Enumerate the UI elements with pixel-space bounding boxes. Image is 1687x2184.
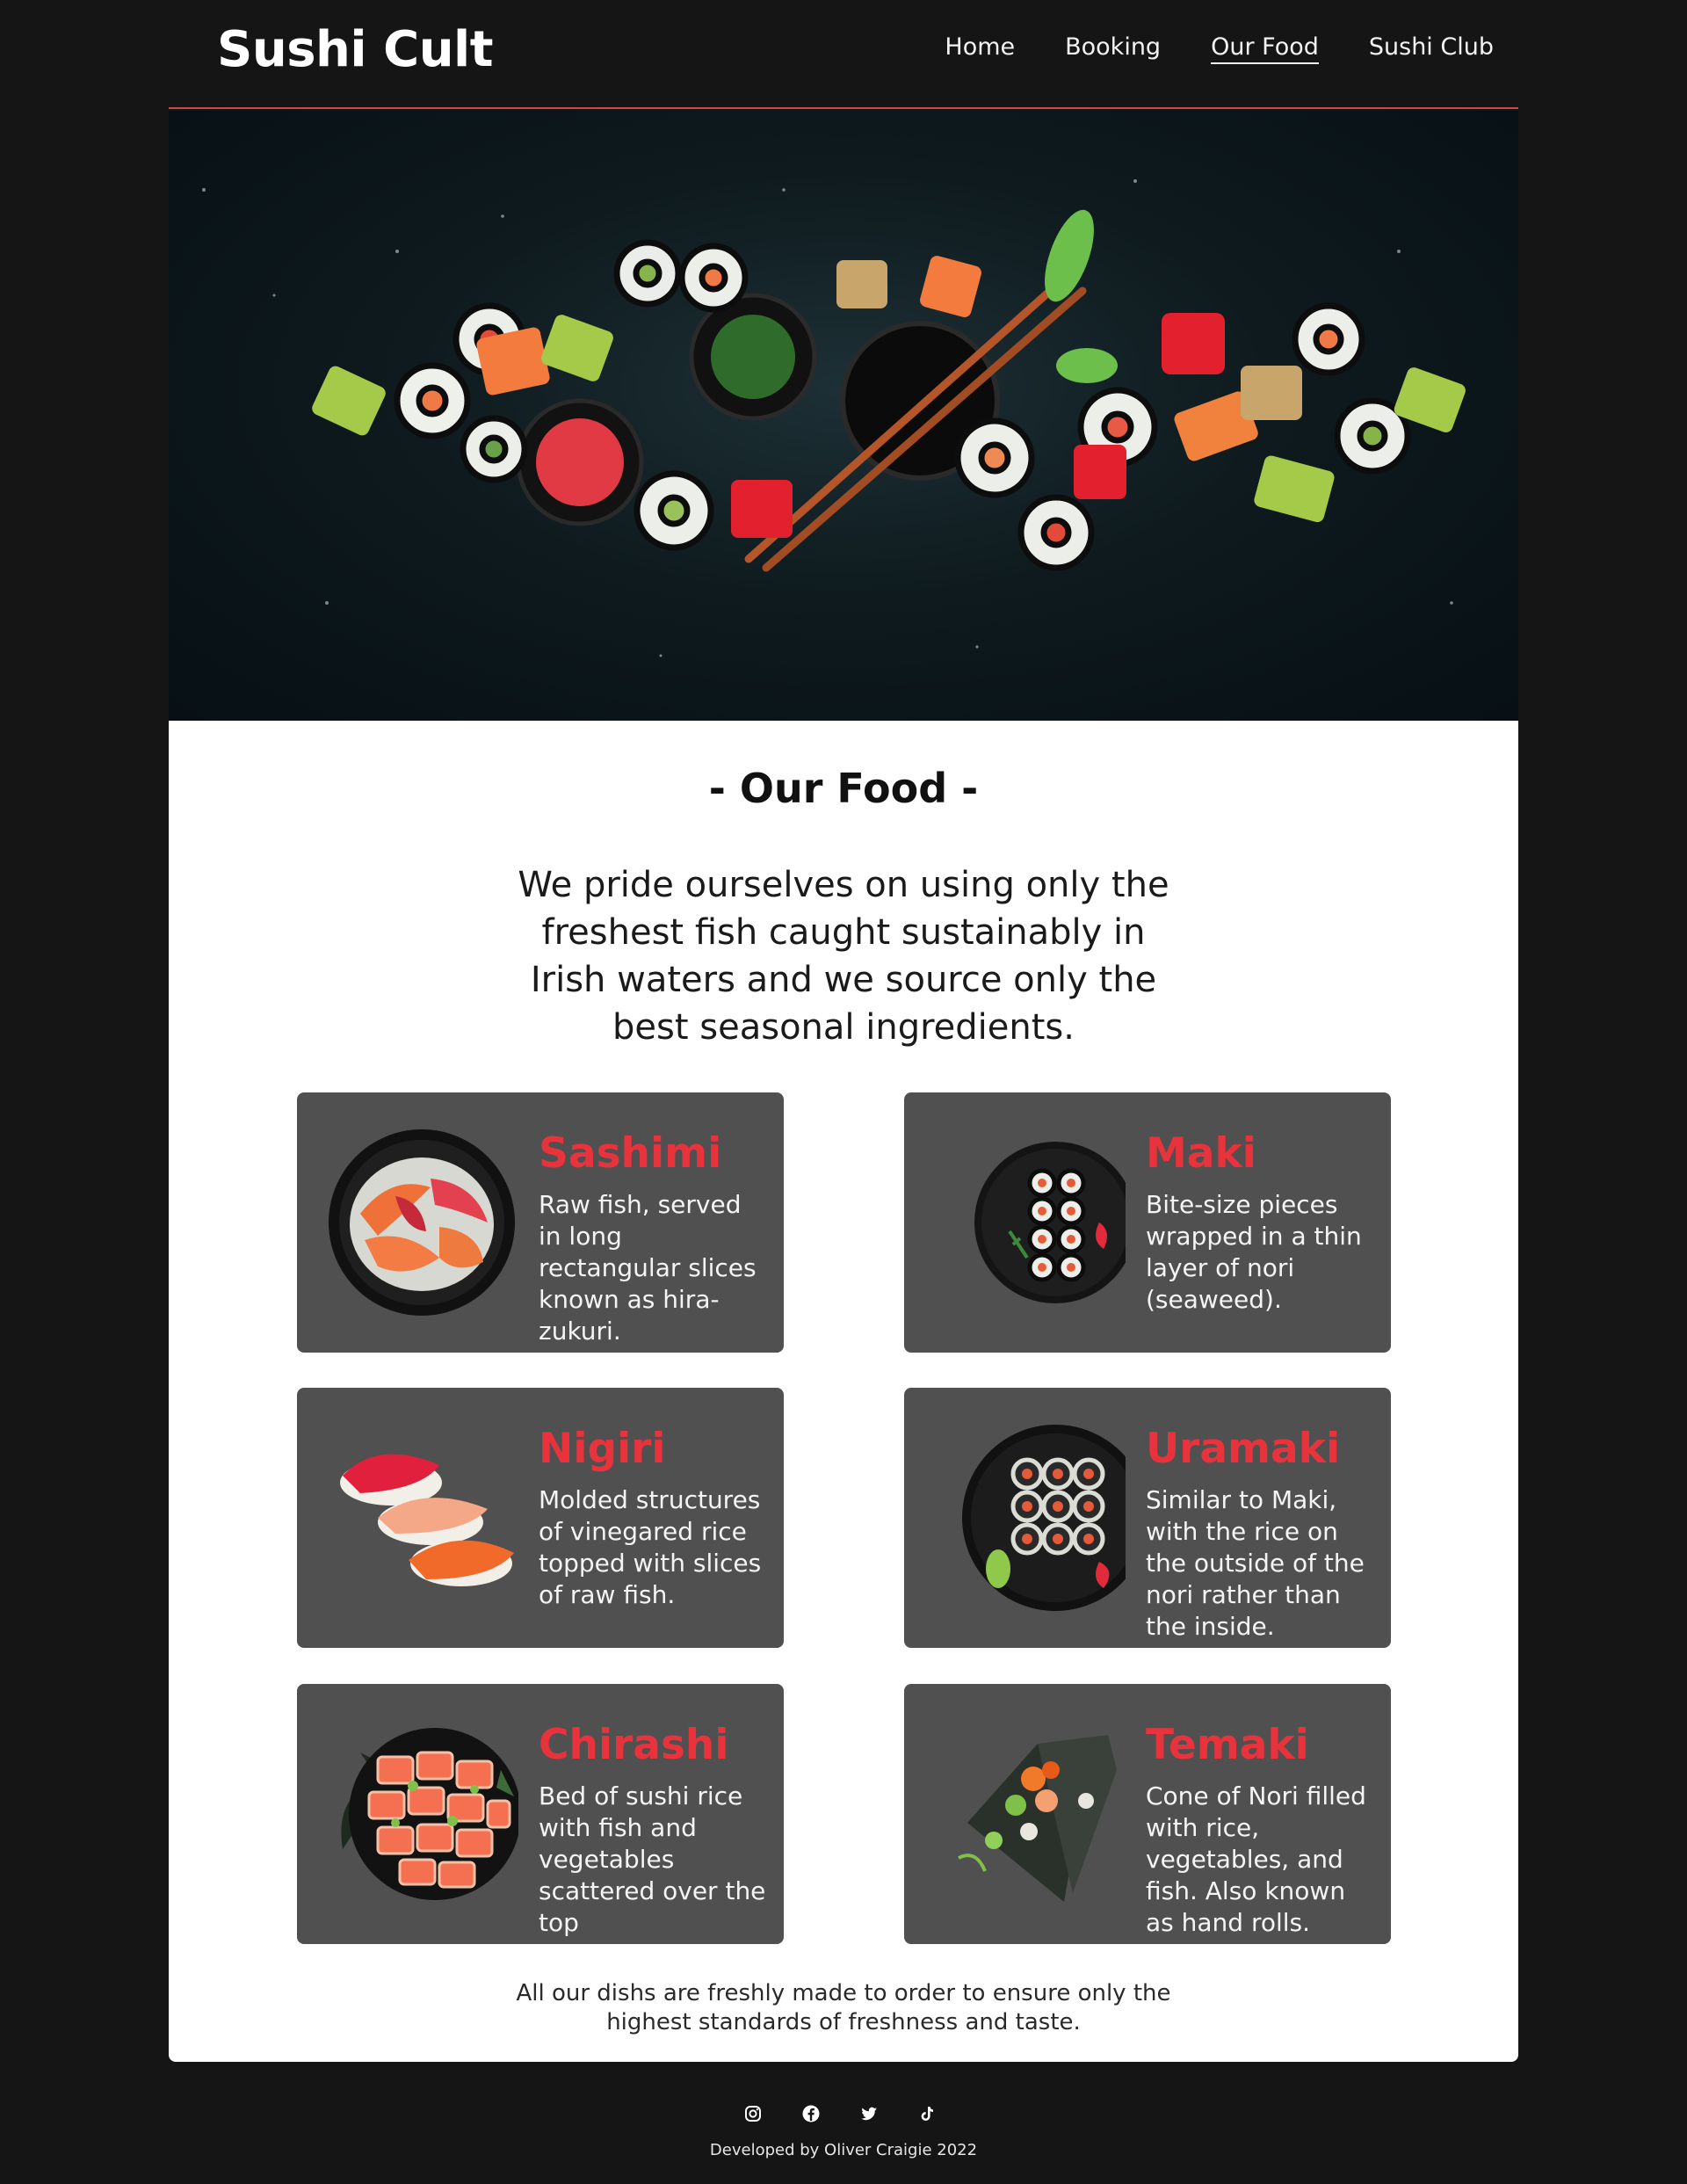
twitter-icon[interactable] [858, 2103, 880, 2124]
dish-name: Nigiri [539, 1425, 666, 1473]
temaki-cones-icon [958, 1735, 1117, 1902]
dish-description: Molded structures of vinegared rice topp… [539, 1485, 762, 1609]
nav-home[interactable]: Home [945, 33, 1015, 64]
sushi-platter-illustration [202, 179, 1466, 657]
main-nav: Home Booking Our Food Sushi Club [945, 33, 1494, 64]
dish-card-temaki: Temaki Cone of Nori filled with rice, ve… [904, 1684, 1391, 1944]
dish-description: Cone of Nori filled with rice, vegetable… [1146, 1781, 1366, 1937]
dish-name: Maki [1146, 1129, 1256, 1178]
nigiri-trio-icon [340, 1454, 514, 1586]
dish-card-chirashi: Chirashi Bed of sushi rice with fish and… [297, 1684, 784, 1944]
nav-sushi-club[interactable]: Sushi Club [1369, 33, 1494, 64]
dish-description: Bite-size pieces wrapped in a thin layer… [1146, 1190, 1362, 1314]
dish-card-maki: Maki Bite-size pieces wrapped in a thin … [904, 1092, 1391, 1353]
dish-card-nigiri: Nigiri Molded structures of vinegared ri… [297, 1388, 784, 1648]
tiktok-icon[interactable] [916, 2103, 938, 2124]
nav-our-food[interactable]: Our Food [1211, 33, 1319, 64]
nav-booking[interactable]: Booking [1065, 33, 1161, 64]
dish-description: Raw fish, served in long rectangular sli… [539, 1190, 757, 1346]
dish-card-sashimi: Sashimi Raw fish, served in long rectang… [297, 1092, 784, 1353]
hero-sushi-image [169, 111, 1518, 721]
dish-name: Chirashi [539, 1721, 729, 1769]
chirashi-plate-icon [341, 1728, 518, 1900]
social-links [742, 2103, 938, 2124]
dish-name: Sashimi [539, 1129, 722, 1178]
developer-credit: Developed by Oliver Craigie 2022 [709, 2141, 978, 2159]
page-title: - Our Food - [708, 765, 979, 812]
main-content: - Our Food - We pride ourselves on using… [169, 721, 1518, 2062]
intro-text: We pride ourselves on using only the fre… [518, 865, 1169, 1048]
dish-description: Similar to Maki, with the rice on the ou… [1146, 1485, 1365, 1641]
sashimi-plate-icon [329, 1129, 515, 1316]
site-header: Sushi Cult Home Booking Our Food Sushi C… [169, 0, 1518, 109]
facebook-icon[interactable] [800, 2103, 822, 2124]
brand-logo[interactable]: Sushi Cult [217, 21, 494, 78]
dish-card-uramaki: Uramaki Similar to Maki, with the rice o… [904, 1388, 1391, 1648]
dish-name: Temaki [1146, 1721, 1309, 1769]
uramaki-plate-icon [962, 1425, 1126, 1611]
freshness-note: All our dishs are freshly made to order … [516, 1980, 1171, 2035]
dish-description: Bed of sushi rice with fish and vegetabl… [539, 1781, 766, 1937]
maki-plate-icon [974, 1142, 1126, 1303]
dish-name: Uramaki [1146, 1425, 1341, 1473]
instagram-icon[interactable] [742, 2103, 764, 2124]
